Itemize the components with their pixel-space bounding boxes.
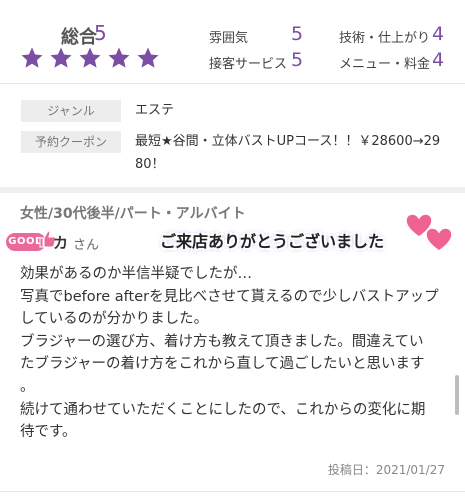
reviewer-meta: 女性/30代後半/パート・アルバイト bbox=[20, 206, 246, 222]
heart-icon bbox=[425, 227, 453, 252]
star-icon bbox=[108, 47, 130, 68]
reviewer-name-suffix: さん bbox=[73, 238, 100, 253]
star-icon bbox=[50, 47, 72, 68]
rating-value-service: 5 bbox=[291, 49, 304, 71]
genre-label: ジャンル bbox=[21, 100, 121, 122]
rating-label-service: 接客サービス bbox=[209, 57, 288, 72]
genre-value: エステ bbox=[135, 103, 175, 118]
rating-value-menu-price: 4 bbox=[432, 49, 445, 71]
section-divider bbox=[0, 187, 465, 193]
star-icon bbox=[21, 47, 43, 68]
divider bbox=[0, 83, 465, 84]
star-icon bbox=[137, 47, 159, 68]
rating-label-atmosphere: 雰囲気 bbox=[209, 31, 249, 46]
rating-label-menu-price: メニュー・料金 bbox=[339, 57, 431, 72]
rating-value-atmosphere: 5 bbox=[291, 23, 304, 45]
coupon-link-line2[interactable]: 80！ bbox=[135, 154, 165, 176]
coupon-label: 予約クーポン bbox=[21, 131, 121, 153]
rating-label-technique: 技術・仕上がり bbox=[339, 31, 431, 46]
thanks-message: ご来店ありがとうございました bbox=[160, 232, 385, 251]
rating-value-technique: 4 bbox=[432, 23, 445, 45]
review-body: 効果があるのか半信半疑でしたが… 写真でbefore afterを見比べさせて貰… bbox=[20, 266, 439, 441]
reviewer-name: カ bbox=[53, 234, 69, 252]
star-rating bbox=[20, 46, 160, 70]
coupon-link-line1[interactable]: 最短★谷間・立体バストUPコース！！￥28600→29 bbox=[135, 131, 440, 153]
star-icon bbox=[79, 47, 101, 68]
divider bbox=[0, 491, 465, 492]
scrollbar[interactable] bbox=[455, 375, 459, 415]
post-date: 投稿日：2021/01/27 bbox=[327, 463, 445, 477]
overall-score: 5 bbox=[94, 21, 107, 45]
